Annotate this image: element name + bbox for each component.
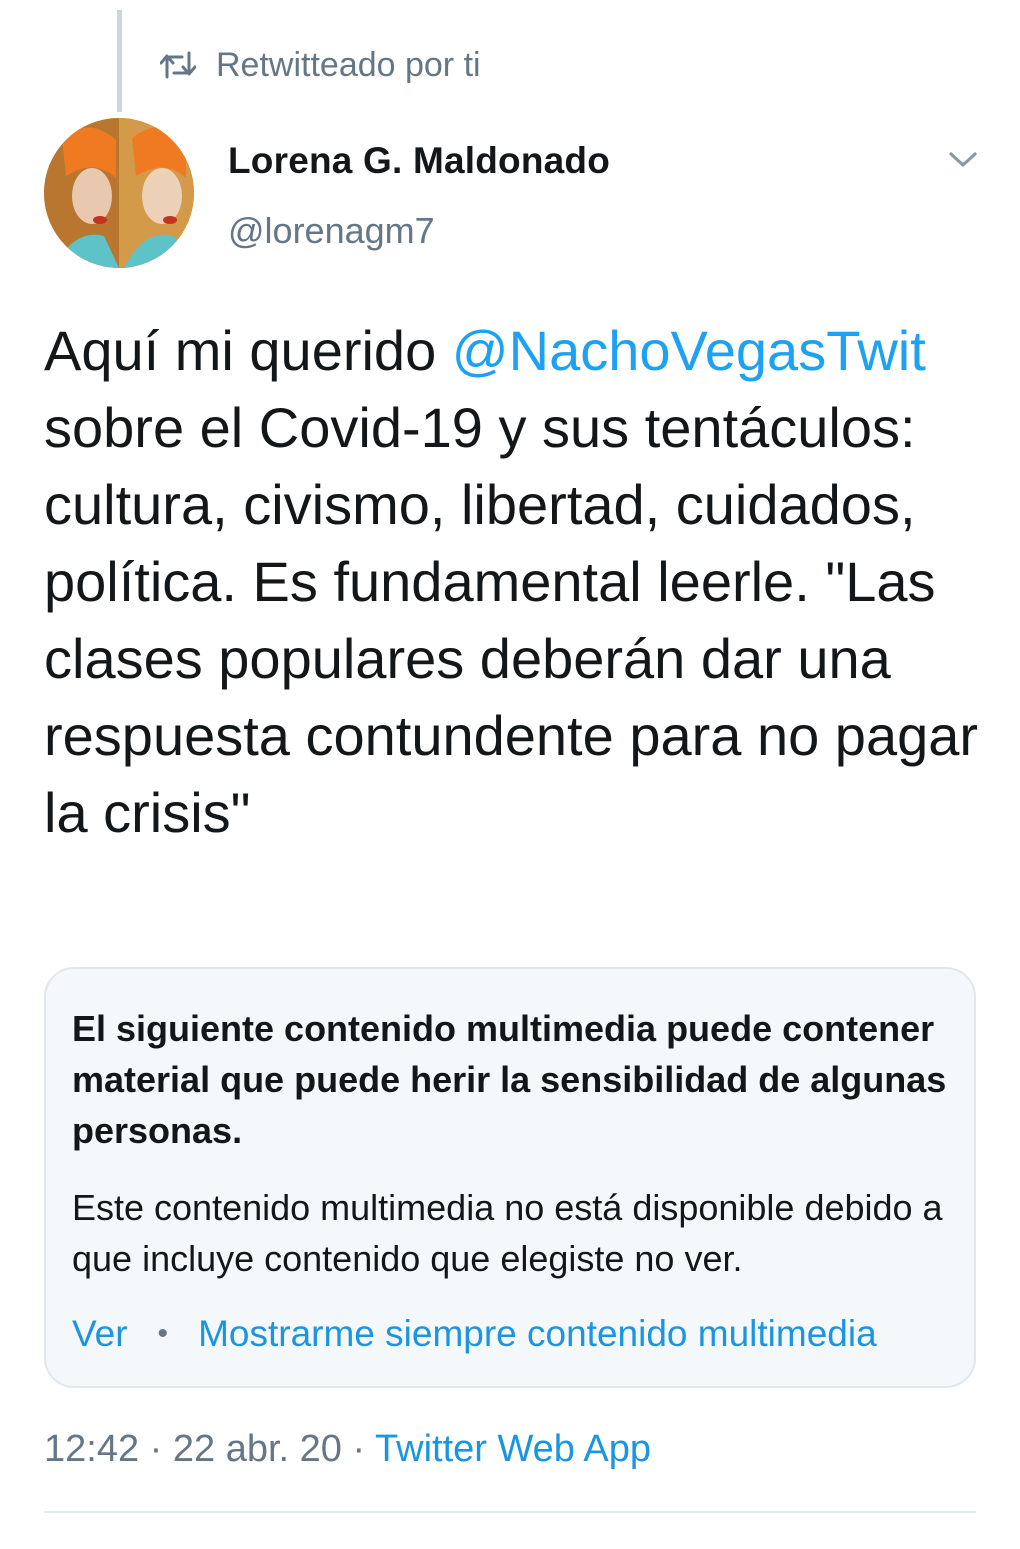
always-show-media-link[interactable]: Mostrarme siempre contenido multimedia: [198, 1313, 877, 1355]
meta-separator: ·: [341, 1428, 376, 1470]
retweet-banner: Retwitteado por ti: [160, 40, 481, 90]
tweet-text-intro: Aquí mi querido: [44, 319, 452, 382]
sensitive-media-body: Este contenido multimedia no está dispon…: [72, 1187, 943, 1279]
tweet-time: 12:42: [44, 1428, 140, 1470]
actions-separator: •: [157, 1317, 169, 1350]
author-handle[interactable]: @lorenagm7: [228, 210, 435, 252]
tweet-text: Aquí mi querido @NachoVegasTwit sobre el…: [44, 312, 994, 851]
meta-separator: ·: [139, 1428, 173, 1470]
avatar[interactable]: [44, 118, 194, 268]
sensitive-media-actions: Ver • Mostrarme siempre contenido multim…: [72, 1313, 877, 1355]
sensitive-media-card: El siguiente contenido multimedia puede …: [44, 967, 976, 1388]
retweet-banner-label: Retwitteado por ti: [216, 45, 481, 84]
divider: [44, 1511, 976, 1513]
thread-connector-line: [117, 10, 122, 112]
tweet-text-body: sobre el Covid-19 y sus tentáculos: cult…: [44, 396, 979, 844]
chevron-down-icon: [948, 150, 978, 175]
retweet-icon: [160, 51, 196, 79]
mention-link[interactable]: @NachoVegasTwit: [452, 319, 926, 382]
tweet-source-link[interactable]: Twitter Web App: [375, 1428, 651, 1470]
tweet-meta: 12:42 · 22 abr. 20 · Twitter Web App: [44, 1428, 651, 1471]
tweet-options-button[interactable]: [940, 142, 986, 182]
view-media-link[interactable]: Ver: [72, 1313, 128, 1355]
sensitive-media-title: El siguiente contenido multimedia puede …: [72, 1008, 947, 1151]
author-display-name[interactable]: Lorena G. Maldonado: [228, 140, 610, 182]
tweet-date: 22 abr. 20: [172, 1428, 342, 1470]
